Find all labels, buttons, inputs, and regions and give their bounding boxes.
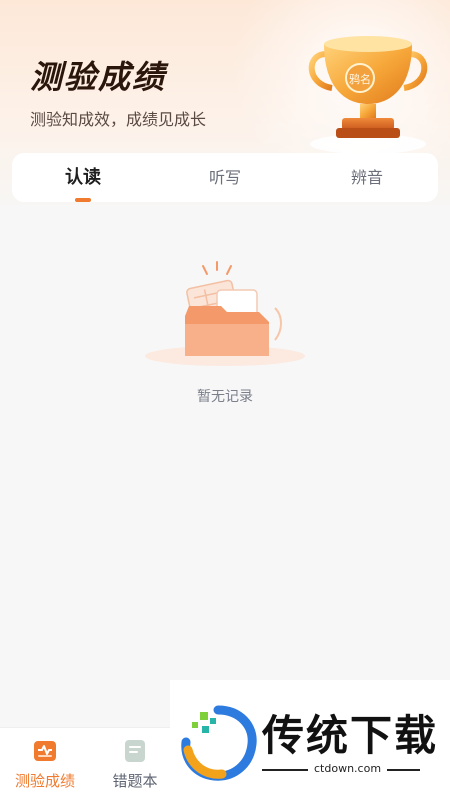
nav-test-results[interactable]: 测验成绩 — [0, 728, 90, 800]
watermark-logo-icon — [181, 705, 257, 781]
tab-recognize[interactable]: 认读 — [12, 153, 154, 202]
nav-mistake-book[interactable]: 错题本 — [90, 728, 180, 800]
report-icon — [34, 741, 56, 761]
tab-pronunciation-label: 辨音 — [350, 168, 383, 187]
tab-dictation[interactable]: 听写 — [154, 153, 296, 202]
page-subtitle: 测验知成效，成绩见成长 — [30, 110, 207, 129]
page-title: 测验成绩 — [30, 58, 167, 96]
notebook-icon — [125, 740, 145, 762]
nav-mistake-book-label: 错题本 — [112, 772, 158, 790]
watermark-text: 传统下载 — [262, 711, 439, 760]
empty-state: 暂无记录 — [0, 260, 450, 406]
active-tab-indicator — [75, 198, 91, 202]
empty-state-text: 暂无记录 — [197, 389, 253, 405]
tab-bar: 认读 听写 辨音 — [12, 153, 438, 202]
watermark-overlay: 传统下载 ctdown.com — [170, 680, 450, 800]
trophy-icon: 鸦名 — [308, 36, 428, 154]
tab-dictation-label: 听写 — [208, 168, 241, 187]
watermark-url: ctdown.com — [308, 762, 388, 775]
empty-folder-icon — [145, 261, 305, 366]
nav-test-results-label: 测验成绩 — [14, 772, 75, 790]
tab-recognize-label: 认读 — [65, 167, 101, 188]
tab-pronunciation[interactable]: 辨音 — [296, 153, 438, 202]
trophy-badge-text: 鸦名 — [349, 72, 371, 86]
